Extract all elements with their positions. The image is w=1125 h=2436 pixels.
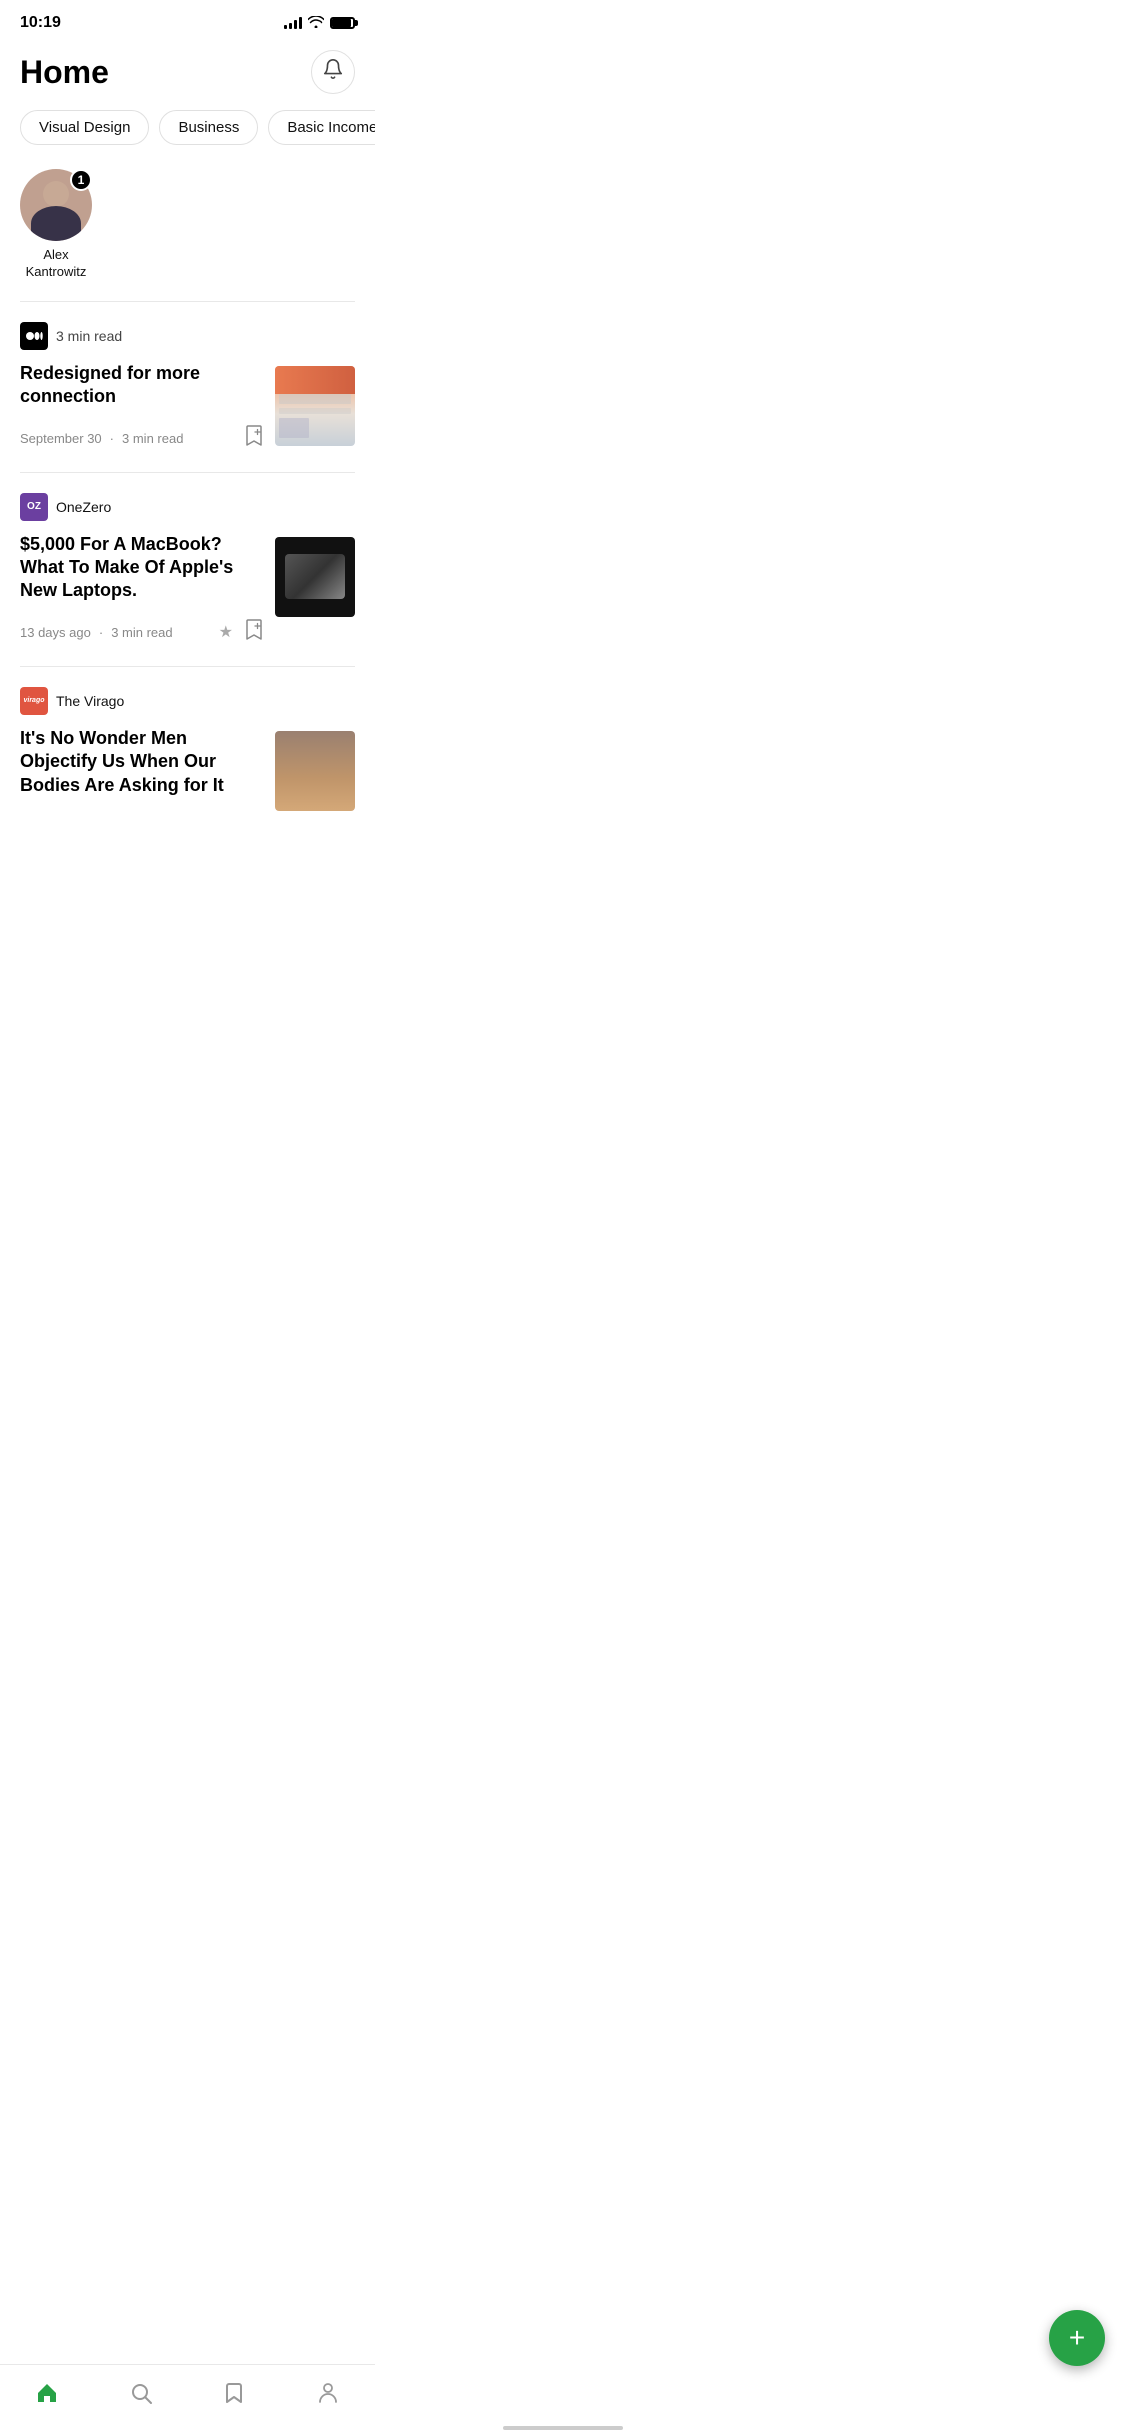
nav-item-profile[interactable]: [296, 2377, 360, 2416]
article-title-1: Redesigned for more connection: [20, 362, 263, 409]
story-avatar-container: 1: [20, 169, 92, 241]
article-thumbnail-3: [275, 731, 355, 811]
story-item[interactable]: 1 AlexKantrowitz: [20, 169, 92, 281]
bookmark-icon-1[interactable]: [245, 425, 263, 452]
article-card-1[interactable]: 3 min read Redesigned for more connectio…: [0, 302, 375, 472]
wifi-icon: [308, 16, 324, 31]
home-icon: [35, 2381, 59, 2412]
topic-tag-business[interactable]: Business: [159, 110, 258, 145]
article-read-label-1: 3 min read: [122, 431, 183, 446]
notification-button[interactable]: [311, 50, 355, 94]
topics-row: Visual Design Business Basic Income Tech: [0, 110, 375, 165]
read-time-badge-1: 3 min read: [56, 328, 122, 344]
search-icon: [129, 2381, 153, 2412]
onezero-logo: OZ: [20, 493, 48, 521]
article-card-3[interactable]: virago The Virago It's No Wonder Men Obj…: [0, 667, 375, 823]
fab-create-button[interactable]: +: [1049, 2310, 1105, 2366]
home-indicator: [503, 2426, 623, 2430]
topic-tag-visual-design[interactable]: Visual Design: [20, 110, 149, 145]
header: Home: [0, 40, 375, 110]
status-icons: [284, 16, 355, 31]
profile-icon: [316, 2381, 340, 2412]
bottom-nav: [0, 2364, 375, 2436]
article-source-row-3: virago The Virago: [20, 687, 355, 715]
nav-item-search[interactable]: [109, 2377, 173, 2416]
article-title-3: It's No Wonder Men Objectify Us When Our…: [20, 727, 263, 797]
onezero-logo-text: OZ: [27, 501, 41, 512]
article-text-block-2: $5,000 For A MacBook? What To Make Of Ap…: [20, 533, 263, 646]
article-meta-row-1: September 30 · 3 min read: [20, 425, 263, 452]
bookmark-icon-2[interactable]: [245, 619, 263, 646]
bell-icon: [322, 58, 344, 86]
article-content-row-1: Redesigned for more connection September…: [20, 362, 355, 452]
topic-tag-basic-income[interactable]: Basic Income: [268, 110, 375, 145]
medium-logo: [20, 322, 48, 350]
article-meta-left-2: 13 days ago · 3 min read: [20, 625, 173, 640]
status-time: 10:19: [20, 14, 61, 32]
article-source-row-2: OZ OneZero: [20, 493, 355, 521]
article-meta-actions-2: ★: [219, 619, 263, 646]
article-source-row-1: 3 min read: [20, 322, 355, 350]
article-title-2: $5,000 For A MacBook? What To Make Of Ap…: [20, 533, 263, 603]
story-author-name: AlexKantrowitz: [26, 247, 87, 281]
page-title: Home: [20, 54, 109, 91]
article-date-1: September 30: [20, 431, 102, 446]
article-text-block-3: It's No Wonder Men Objectify Us When Our…: [20, 727, 263, 813]
article-thumbnail-2: [275, 537, 355, 617]
macbook-shape: [285, 554, 345, 599]
virago-logo: virago: [20, 687, 48, 715]
source-name-2: OneZero: [56, 499, 111, 515]
article-read-time-1: ·: [110, 431, 114, 446]
story-badge: 1: [70, 169, 92, 191]
article-card-2[interactable]: OZ OneZero $5,000 For A MacBook? What To…: [0, 473, 375, 666]
article-meta-actions-1: [245, 425, 263, 452]
article-text-block-1: Redesigned for more connection September…: [20, 362, 263, 452]
article-read-sep-2: ·: [99, 625, 103, 640]
bookmarks-icon: [222, 2381, 246, 2412]
star-icon-2[interactable]: ★: [219, 622, 233, 642]
source-name-3: The Virago: [56, 693, 124, 709]
article-content-row-2: $5,000 For A MacBook? What To Make Of Ap…: [20, 533, 355, 646]
stories-row: 1 AlexKantrowitz: [0, 165, 375, 301]
article-content-row-3: It's No Wonder Men Objectify Us When Our…: [20, 727, 355, 813]
article-meta-left-1: September 30 · 3 min read: [20, 431, 183, 446]
article-thumbnail-1: [275, 366, 355, 446]
article-read-time-2: 3 min read: [111, 625, 172, 640]
nav-item-bookmarks[interactable]: [202, 2377, 266, 2416]
fab-plus-icon: +: [1069, 2324, 1085, 2352]
virago-logo-text: virago: [23, 697, 44, 704]
signal-icon: [284, 17, 302, 29]
battery-icon: [330, 17, 355, 29]
nav-item-home[interactable]: [15, 2377, 79, 2416]
status-bar: 10:19: [0, 0, 375, 40]
article-meta-row-2: 13 days ago · 3 min read ★: [20, 619, 263, 646]
article-date-2: 13 days ago: [20, 625, 91, 640]
